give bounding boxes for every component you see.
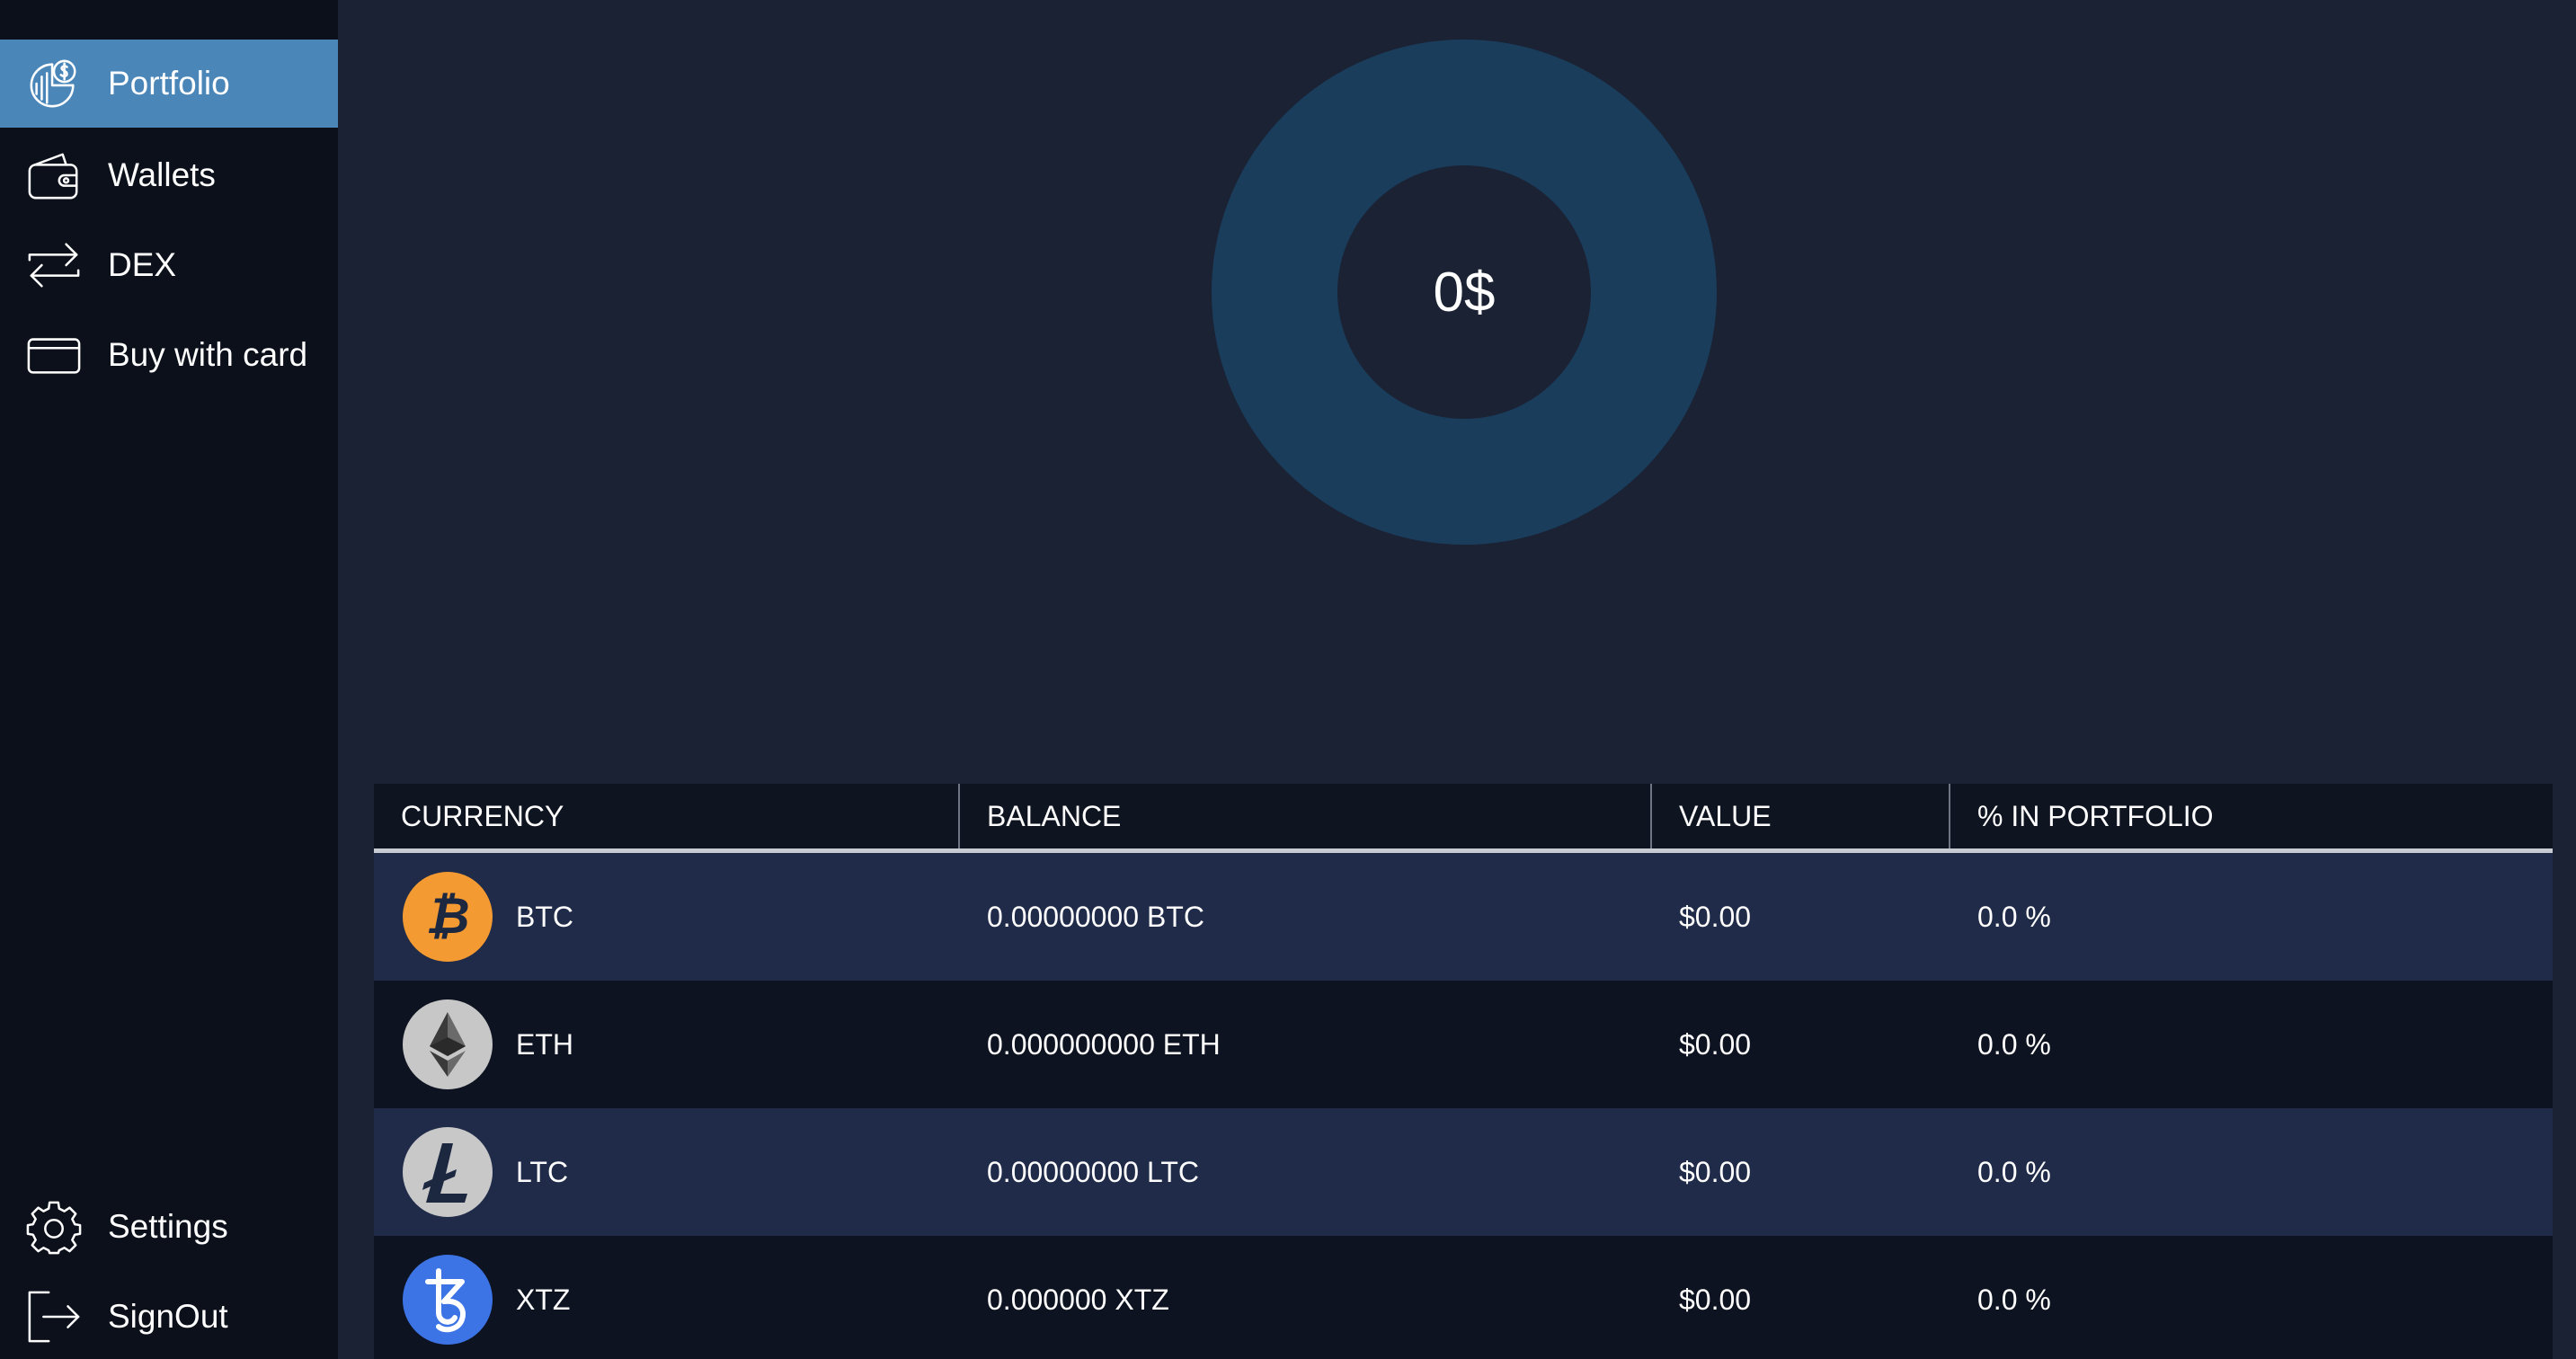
sign-out-icon xyxy=(25,1288,83,1346)
sidebar-item-label: Settings xyxy=(108,1208,228,1245)
sidebar-item-label: DEX xyxy=(108,246,177,283)
currency-code: LTC xyxy=(516,1155,569,1188)
tezos-icon xyxy=(403,1255,493,1345)
balance-cell: 0.000000000 ETH xyxy=(987,1027,1221,1061)
bitcoin-icon: ₿ xyxy=(403,872,493,962)
balance-cell: 0.000000 XTZ xyxy=(987,1283,1169,1316)
currency-code: ETH xyxy=(516,1027,573,1061)
percent-cell: 0.0 % xyxy=(1977,900,2051,933)
table-row-xtz[interactable]: XTZ 0.000000 XTZ $0.00 0.0 % xyxy=(374,1236,2553,1359)
currency-cell: XTZ xyxy=(403,1236,570,1359)
portfolio-table: CURRENCY BALANCE VALUE % IN PORTFOLIO ₿ xyxy=(374,784,2553,1359)
portfolio-donut-chart: 0$ xyxy=(1212,40,1717,545)
currency-cell: LTC xyxy=(403,1108,568,1236)
sidebar-item-label: Portfolio xyxy=(108,65,230,102)
litecoin-icon xyxy=(403,1127,493,1217)
value-cell: $0.00 xyxy=(1679,1027,1752,1061)
sidebar: Portfolio Wallets DEX Buy with card Sett… xyxy=(0,0,338,1359)
sidebar-item-settings[interactable]: Settings xyxy=(0,1183,338,1271)
value-cell: $0.00 xyxy=(1679,1155,1752,1188)
currency-code: XTZ xyxy=(516,1283,571,1316)
sidebar-item-label: Wallets xyxy=(108,156,216,193)
sidebar-item-label: SignOut xyxy=(108,1298,228,1335)
portfolio-total-value: 0$ xyxy=(1433,261,1496,324)
sidebar-item-portfolio[interactable]: Portfolio xyxy=(0,40,338,128)
sidebar-item-signout[interactable]: SignOut xyxy=(0,1273,338,1359)
svg-text:₿: ₿ xyxy=(425,887,469,946)
ethereum-icon xyxy=(403,999,493,1089)
gear-icon xyxy=(25,1198,83,1256)
exchange-arrows-icon xyxy=(25,236,83,294)
column-header-balance[interactable]: BALANCE xyxy=(987,784,1121,848)
portfolio-icon xyxy=(25,55,83,112)
app-window: Portfolio Wallets DEX Buy with card Sett… xyxy=(0,0,2576,1359)
balance-cell: 0.00000000 BTC xyxy=(987,900,1204,933)
percent-cell: 0.0 % xyxy=(1977,1283,2051,1316)
sidebar-item-label: Buy with card xyxy=(108,336,308,373)
column-divider xyxy=(1650,784,1652,848)
currency-cell: ETH xyxy=(403,981,573,1108)
wallet-icon xyxy=(25,147,83,204)
value-cell: $0.00 xyxy=(1679,900,1752,933)
table-header: CURRENCY BALANCE VALUE % IN PORTFOLIO xyxy=(374,784,2553,853)
table-row-ltc[interactable]: LTC 0.00000000 LTC $0.00 0.0 % xyxy=(374,1108,2553,1236)
table-row-eth[interactable]: ETH 0.000000000 ETH $0.00 0.0 % xyxy=(374,981,2553,1108)
column-header-currency[interactable]: CURRENCY xyxy=(401,784,564,848)
column-divider xyxy=(1949,784,1950,848)
credit-card-icon xyxy=(25,326,83,384)
percent-cell: 0.0 % xyxy=(1977,1155,2051,1188)
currency-cell: ₿ BTC xyxy=(403,853,573,981)
table-row-btc[interactable]: ₿ BTC 0.00000000 BTC $0.00 0.0 % xyxy=(374,853,2553,981)
value-cell: $0.00 xyxy=(1679,1283,1752,1316)
column-header-percent[interactable]: % IN PORTFOLIO xyxy=(1977,784,2214,848)
sidebar-item-wallets[interactable]: Wallets xyxy=(0,131,338,219)
percent-cell: 0.0 % xyxy=(1977,1027,2051,1061)
currency-code: BTC xyxy=(516,900,573,933)
column-header-value[interactable]: VALUE xyxy=(1679,784,1772,848)
portfolio-main: 0$ CURRENCY BALANCE VALUE % IN PORTFOLIO xyxy=(338,0,2576,1359)
balance-cell: 0.00000000 LTC xyxy=(987,1155,1200,1188)
sidebar-item-buy-with-card[interactable]: Buy with card xyxy=(0,311,338,399)
column-divider xyxy=(958,784,960,848)
sidebar-item-dex[interactable]: DEX xyxy=(0,221,338,309)
